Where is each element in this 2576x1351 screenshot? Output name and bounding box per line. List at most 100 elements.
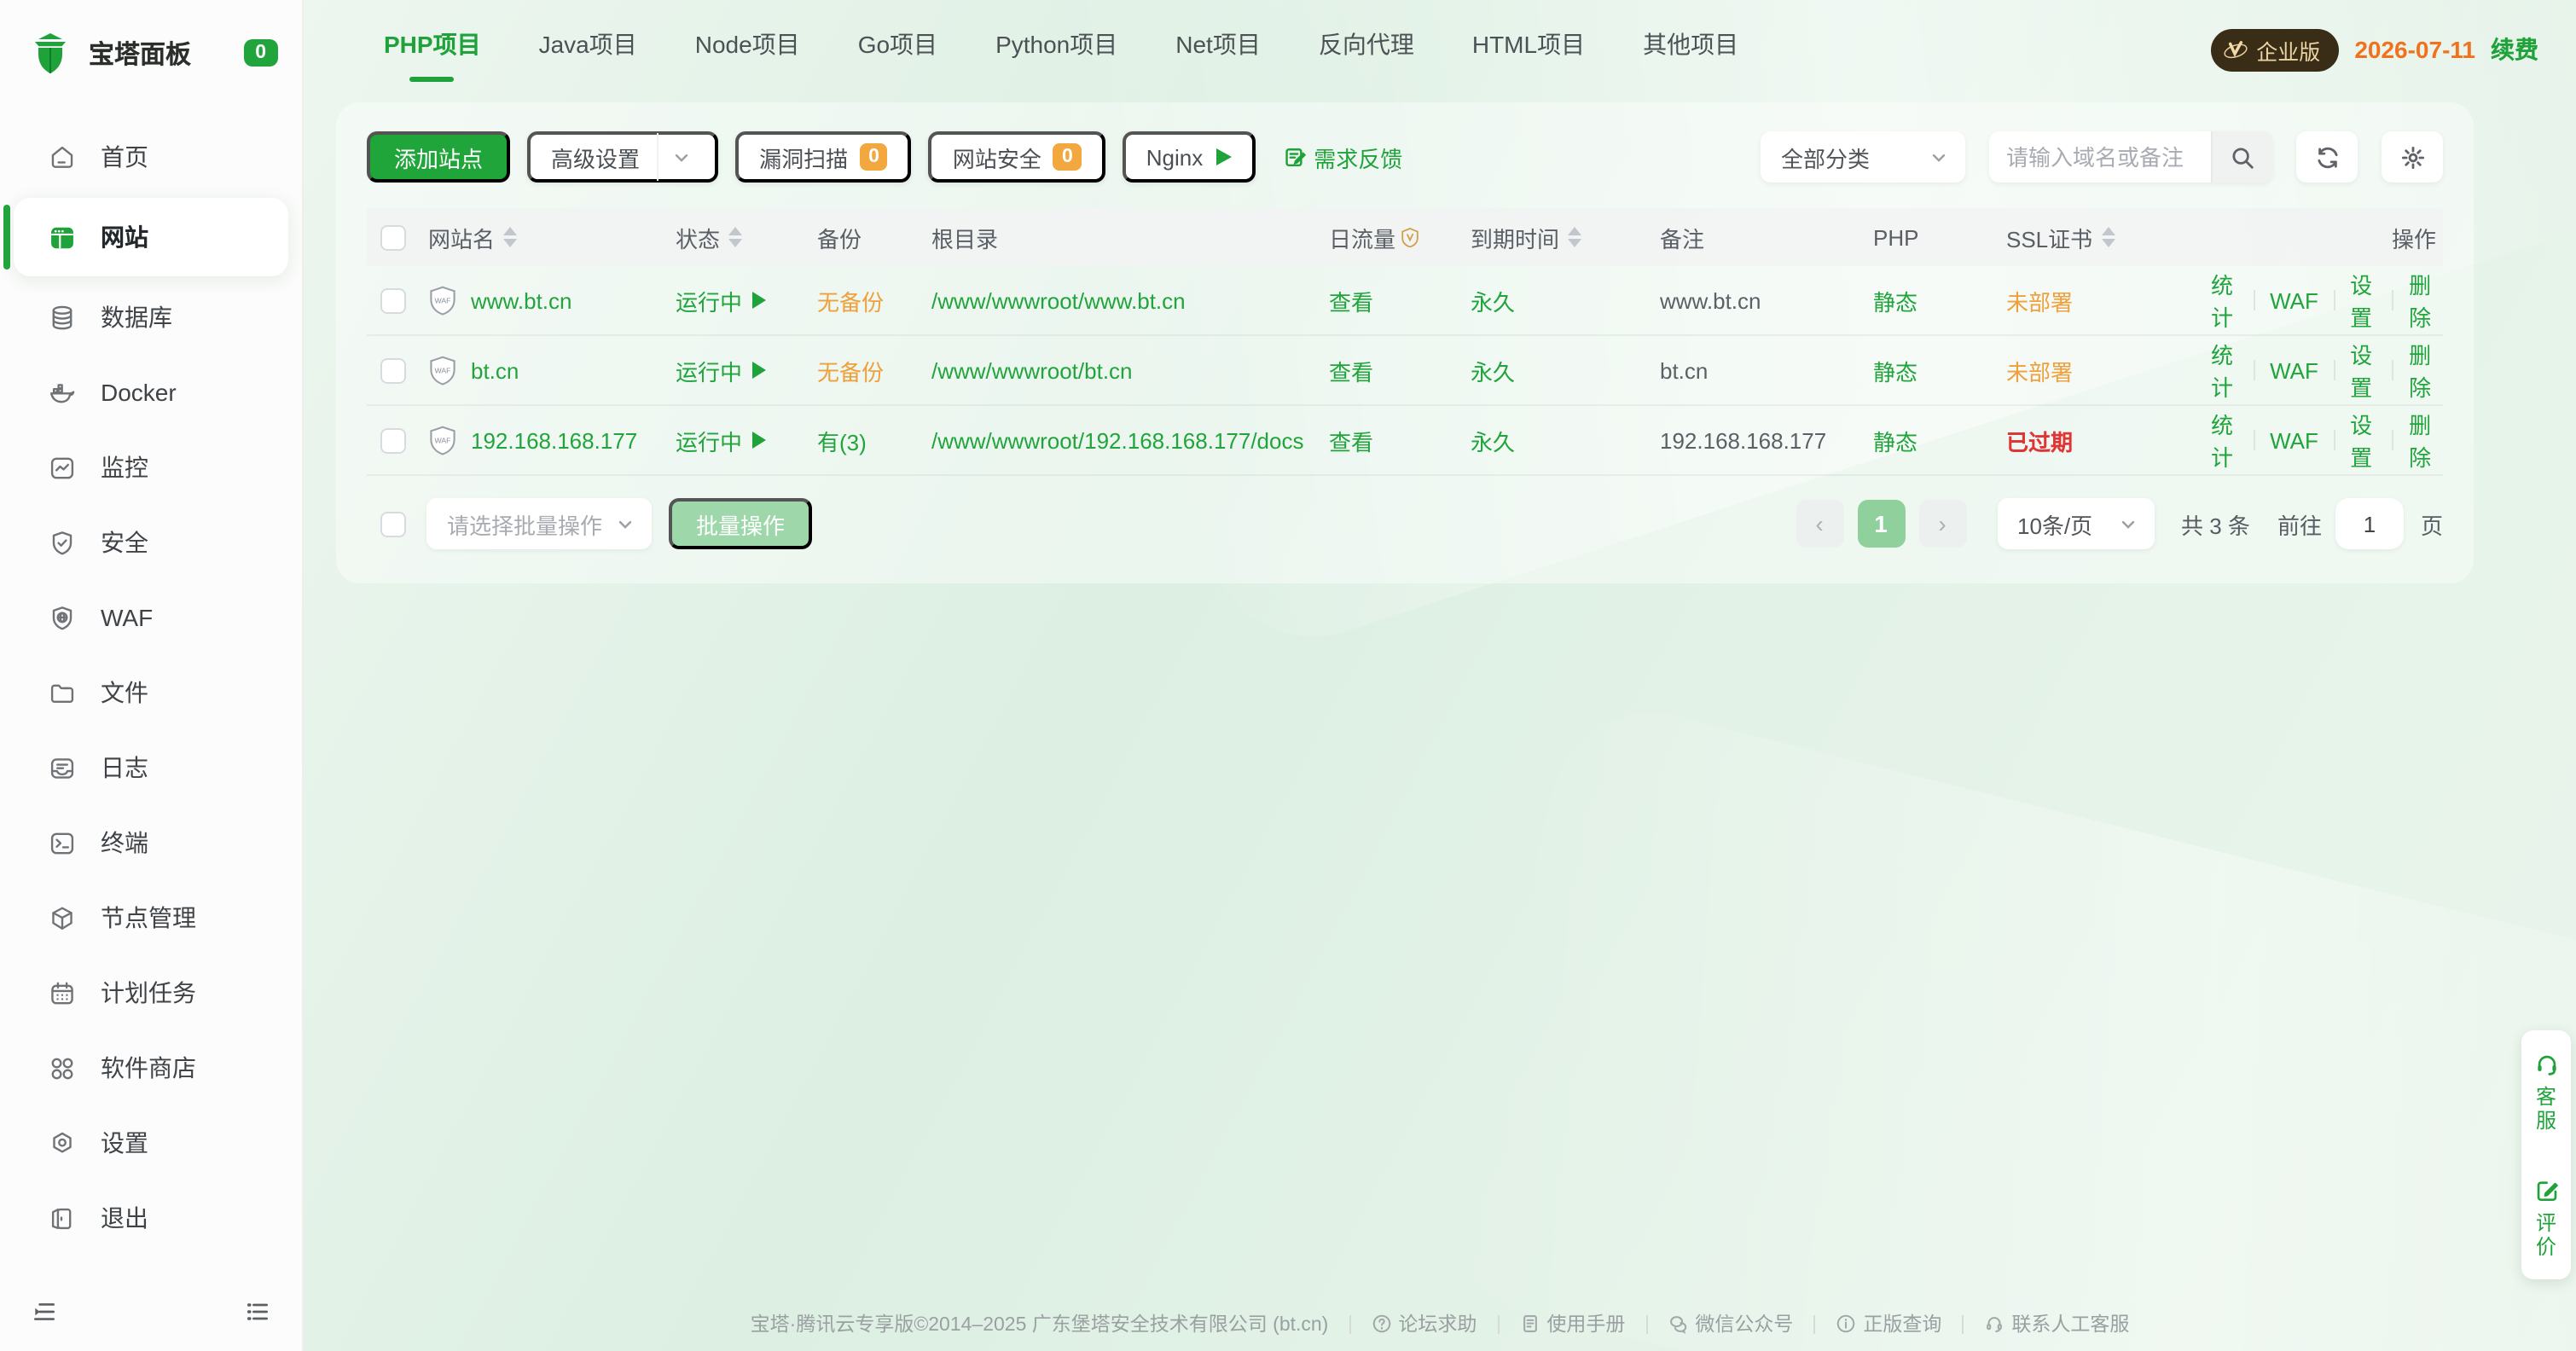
stats-link[interactable]: 统计	[2211, 338, 2238, 403]
status-text[interactable]: 运行中	[676, 424, 742, 456]
sidebar-item-monitor[interactable]: 监控	[0, 430, 302, 505]
remark-text[interactable]: 192.168.168.177	[1660, 427, 1826, 453]
batch-select-all-checkbox[interactable]	[380, 511, 406, 536]
tab-python[interactable]: Python项目	[995, 14, 1117, 85]
col-ssl[interactable]: SSL证书	[2006, 221, 2211, 253]
settings-link[interactable]: 设置	[2350, 338, 2377, 403]
nginx-button[interactable]: Nginx	[1123, 131, 1256, 183]
root-dir-link[interactable]: /www/wwwroot/192.168.168.177/docs	[931, 427, 1303, 453]
table-settings-button[interactable]	[2382, 131, 2443, 183]
delete-link[interactable]: 删除	[2409, 268, 2436, 333]
status-text[interactable]: 运行中	[676, 284, 742, 316]
php-version[interactable]: 静态	[1873, 354, 1917, 386]
tab-go[interactable]: Go项目	[858, 14, 937, 85]
advanced-settings-button[interactable]: 高级设置	[527, 131, 718, 183]
backup-status[interactable]: 无备份	[817, 284, 884, 316]
sort-icon[interactable]	[1568, 227, 1581, 247]
sidebar-item-terminal[interactable]: 终端	[0, 805, 302, 880]
tab-node[interactable]: Node项目	[695, 14, 800, 85]
site-security-button[interactable]: 网站安全 0	[929, 131, 1105, 183]
status-text[interactable]: 运行中	[676, 354, 742, 386]
root-dir-link[interactable]: /www/wwwroot/www.bt.cn	[931, 287, 1186, 313]
sort-icon[interactable]	[503, 227, 517, 247]
search-button[interactable]	[2211, 131, 2272, 183]
batch-action-select[interactable]: 请选择批量操作	[426, 498, 652, 549]
sidebar-item-settings[interactable]: 设置	[0, 1105, 302, 1180]
enterprise-badge[interactable]: 企业版	[2210, 28, 2339, 71]
settings-link[interactable]: 设置	[2350, 268, 2377, 333]
php-version[interactable]: 静态	[1873, 424, 1917, 456]
goto-page-input[interactable]	[2335, 498, 2404, 549]
tab-net[interactable]: Net项目	[1175, 14, 1261, 85]
traffic-link[interactable]: 查看	[1329, 284, 1373, 316]
expire-text[interactable]: 永久	[1471, 354, 1515, 386]
sidebar-item-docker[interactable]: Docker	[0, 355, 302, 430]
waf-link[interactable]: WAF	[2270, 287, 2318, 313]
sidebar-item-database[interactable]: 数据库	[0, 280, 302, 355]
renew-link[interactable]: 续费	[2491, 32, 2538, 67]
next-page-button[interactable]: ›	[1918, 500, 1966, 548]
feedback-link[interactable]: 需求反馈	[1283, 141, 1402, 173]
tab-java[interactable]: Java项目	[539, 14, 637, 85]
remark-text[interactable]: bt.cn	[1660, 357, 1708, 383]
delete-link[interactable]: 删除	[2409, 338, 2436, 403]
menu-list-icon[interactable]	[244, 1298, 271, 1334]
sidebar-item-waf[interactable]: WAF	[0, 580, 302, 655]
site-name-link[interactable]: www.bt.cn	[471, 287, 572, 313]
root-dir-link[interactable]: /www/wwwroot/bt.cn	[931, 357, 1133, 383]
remark-text[interactable]: www.bt.cn	[1660, 287, 1761, 313]
site-name-link[interactable]: 192.168.168.177	[471, 427, 637, 453]
col-expire-time[interactable]: 到期时间	[1471, 221, 1660, 253]
manual-link[interactable]: 使用手册	[1519, 1310, 1625, 1337]
tab-reverse-proxy[interactable]: 反向代理	[1319, 14, 1414, 85]
sidebar-item-logout[interactable]: 退出	[0, 1180, 302, 1255]
stats-link[interactable]: 统计	[2211, 268, 2238, 333]
php-version[interactable]: 静态	[1873, 284, 1917, 316]
select-all-checkbox[interactable]	[380, 224, 406, 250]
sidebar-item-nodes[interactable]: 节点管理	[0, 880, 302, 955]
sidebar-item-cron[interactable]: 计划任务	[0, 955, 302, 1030]
tab-html[interactable]: HTML项目	[1472, 14, 1585, 85]
tab-other[interactable]: 其他项目	[1643, 14, 1738, 85]
ssl-status[interactable]: 未部署	[2006, 354, 2073, 386]
traffic-link[interactable]: 查看	[1329, 424, 1373, 456]
row-checkbox[interactable]	[380, 287, 406, 313]
sidebar-item-files[interactable]: 文件	[0, 655, 302, 730]
review-button[interactable]: 评价	[2532, 1177, 2560, 1259]
search-input[interactable]	[1989, 131, 2211, 183]
col-site-name[interactable]: 网站名	[428, 221, 676, 253]
backup-status[interactable]: 有(3)	[817, 424, 867, 456]
notification-badge[interactable]: 0	[243, 39, 278, 67]
traffic-link[interactable]: 查看	[1329, 354, 1373, 386]
forum-help-link[interactable]: 论坛求助	[1371, 1310, 1477, 1337]
tab-php[interactable]: PHP项目	[384, 14, 481, 85]
ssl-status[interactable]: 未部署	[2006, 284, 2073, 316]
sort-icon[interactable]	[2101, 227, 2115, 247]
sort-icon[interactable]	[728, 227, 742, 247]
ssl-status[interactable]: 已过期	[2006, 424, 2073, 456]
refresh-button[interactable]	[2296, 131, 2358, 183]
row-checkbox[interactable]	[380, 357, 406, 383]
wechat-link[interactable]: 微信公众号	[1668, 1310, 1793, 1337]
col-status[interactable]: 状态	[676, 221, 817, 253]
backup-status[interactable]: 无备份	[817, 354, 884, 386]
row-checkbox[interactable]	[380, 427, 406, 453]
delete-link[interactable]: 删除	[2409, 408, 2436, 473]
collapse-sidebar-icon[interactable]	[31, 1298, 58, 1334]
current-page[interactable]: 1	[1857, 500, 1905, 548]
expire-text[interactable]: 永久	[1471, 424, 1515, 456]
sidebar-item-logs[interactable]: 日志	[0, 730, 302, 805]
waf-link[interactable]: WAF	[2270, 357, 2318, 383]
sidebar-item-website[interactable]: 网站	[14, 198, 288, 276]
site-name-link[interactable]: bt.cn	[471, 357, 519, 383]
stats-link[interactable]: 统计	[2211, 408, 2238, 473]
sidebar-item-security[interactable]: 安全	[0, 505, 302, 580]
prev-page-button[interactable]: ‹	[1796, 500, 1843, 548]
customer-service-button[interactable]: 客服	[2532, 1051, 2560, 1133]
sidebar-item-appstore[interactable]: 软件商店	[0, 1030, 302, 1105]
category-select[interactable]: 全部分类	[1761, 131, 1965, 183]
expire-text[interactable]: 永久	[1471, 284, 1515, 316]
page-size-select[interactable]: 10条/页	[1997, 498, 2154, 549]
sidebar-item-home[interactable]: 首页	[0, 119, 302, 194]
vuln-scan-button[interactable]: 漏洞扫描 0	[735, 131, 912, 183]
